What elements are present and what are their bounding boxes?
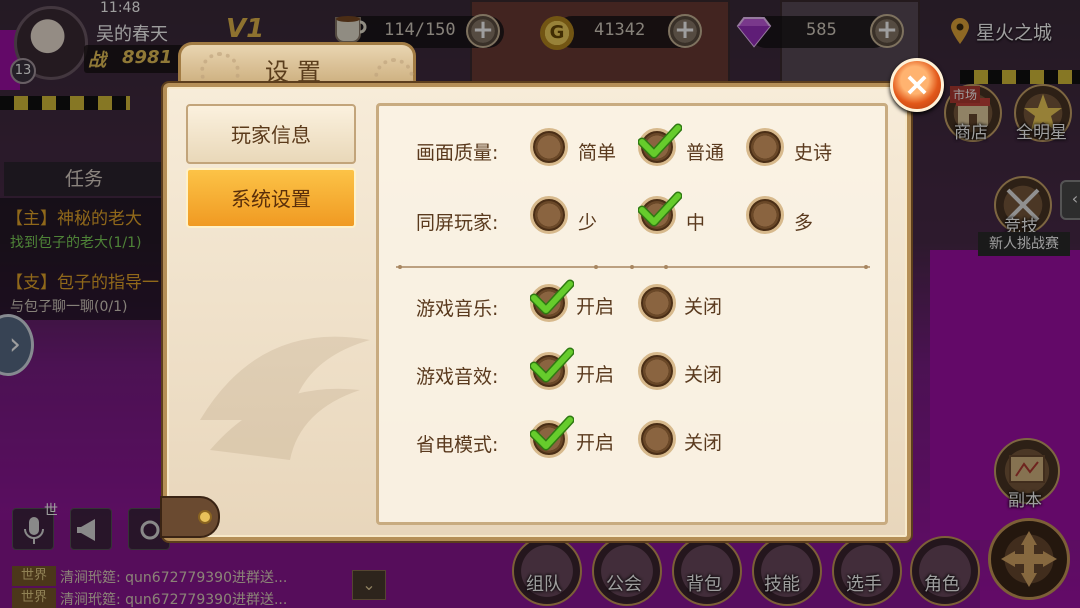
checkmark-icon	[530, 279, 574, 315]
power-save-off-text: 关闭	[684, 432, 723, 454]
sfx-off-text: 关闭	[684, 364, 723, 386]
quality-simple-text: 简单	[578, 142, 617, 164]
section-divider	[396, 265, 870, 269]
players-few-text: 少	[578, 212, 598, 234]
quality-epic-text: 史诗	[794, 142, 833, 164]
music-off-radio[interactable]	[638, 284, 676, 322]
sfx-label: 游戏音效:	[416, 366, 499, 388]
checkmark-icon	[530, 415, 574, 451]
power-save-label: 省电模式:	[416, 434, 499, 456]
tab-player-info[interactable]: 玩家信息	[186, 104, 356, 164]
tab-system-settings[interactable]: 系统设置	[186, 168, 356, 228]
close-dialog-button[interactable]: ×	[890, 58, 944, 112]
sfx-off-radio[interactable]	[638, 352, 676, 390]
power-save-on-text: 开启	[576, 432, 615, 454]
players-many-text: 多	[794, 212, 814, 234]
checkmark-icon	[638, 191, 682, 227]
power-save-off-radio[interactable]	[638, 420, 676, 458]
clasp-decoration	[160, 496, 220, 538]
music-on-text: 开启	[576, 296, 615, 318]
players-many-radio[interactable]	[746, 196, 784, 234]
players-mid-text: 中	[686, 212, 706, 234]
sfx-on-text: 开启	[576, 364, 615, 386]
music-off-text: 关闭	[684, 296, 723, 318]
quality-normal-text: 普通	[686, 142, 725, 164]
players-label: 同屏玩家:	[416, 212, 499, 234]
music-label: 游戏音乐:	[416, 298, 499, 320]
quality-epic-radio[interactable]	[746, 128, 784, 166]
clasp-stud	[198, 510, 212, 524]
wing-emblem-icon	[200, 336, 370, 460]
close-icon: ×	[903, 65, 931, 103]
quality-simple-radio[interactable]	[530, 128, 568, 166]
dialog-title: 设置	[265, 58, 329, 86]
players-few-radio[interactable]	[530, 196, 568, 234]
checkmark-icon	[530, 347, 574, 383]
quality-label: 画面质量:	[416, 142, 499, 164]
checkmark-icon	[638, 123, 682, 159]
